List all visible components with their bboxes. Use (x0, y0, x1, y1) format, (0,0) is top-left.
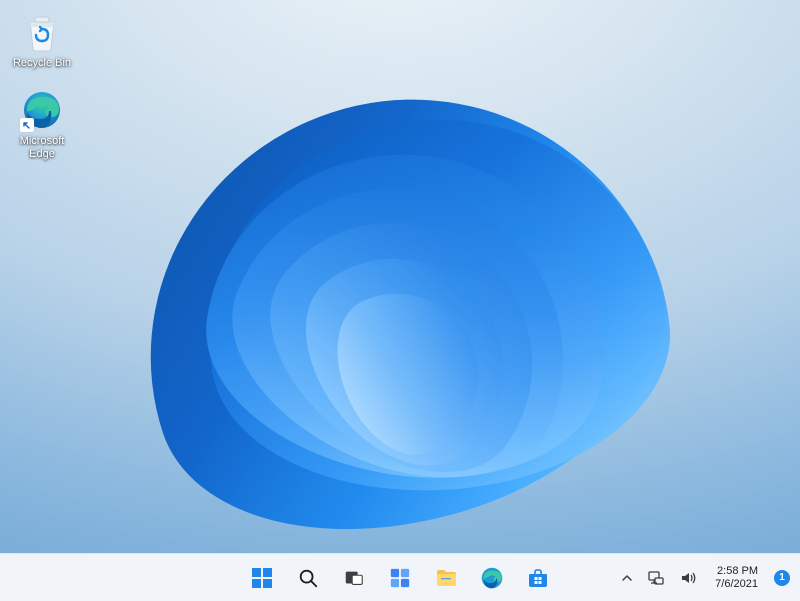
edge-icon (480, 566, 504, 590)
desktop-icons-column: Recycle Bin (6, 10, 78, 161)
widgets-button[interactable] (380, 558, 420, 598)
desktop-icon-label: Recycle Bin (13, 57, 71, 70)
clock-readout: 2:58 PM 7/6/2021 (711, 565, 762, 591)
network-icon (647, 569, 665, 587)
search-button[interactable] (288, 558, 328, 598)
chevron-up-icon (621, 572, 633, 584)
start-button[interactable] (242, 558, 282, 598)
wallpaper-bloom (90, 70, 730, 550)
notification-badge: 1 (774, 570, 790, 586)
network-button[interactable] (641, 558, 671, 598)
clock-date: 7/6/2021 (715, 578, 758, 591)
store-button[interactable] (518, 558, 558, 598)
speaker-icon (679, 569, 697, 587)
windows-logo-icon (250, 566, 274, 590)
desktop-icon-label: Microsoft Edge (20, 135, 65, 161)
folder-icon (434, 566, 458, 590)
file-explorer-button[interactable] (426, 558, 466, 598)
notifications-button[interactable]: 1 (770, 558, 794, 598)
desktop-icon-edge[interactable]: Microsoft Edge (6, 88, 78, 161)
edge-button[interactable] (472, 558, 512, 598)
shortcut-overlay-icon (20, 118, 34, 132)
taskbar: 2:58 PM 7/6/2021 1 (0, 553, 800, 601)
task-view-icon (343, 567, 365, 589)
widgets-icon (389, 567, 411, 589)
notification-count: 1 (779, 572, 785, 583)
task-view-button[interactable] (334, 558, 374, 598)
clock-time: 2:58 PM (715, 565, 758, 578)
desktop-icon-recycle-bin[interactable]: Recycle Bin (6, 10, 78, 70)
search-icon (297, 567, 319, 589)
edge-icon (20, 88, 64, 132)
recycle-bin-icon (20, 10, 64, 54)
clock-button[interactable]: 2:58 PM 7/6/2021 (705, 558, 768, 598)
volume-button[interactable] (673, 558, 703, 598)
desktop[interactable]: Recycle Bin (0, 0, 800, 601)
taskbar-center-group (242, 558, 558, 598)
store-icon (526, 566, 550, 590)
system-tray: 2:58 PM 7/6/2021 1 (615, 558, 794, 598)
tray-overflow-button[interactable] (615, 558, 639, 598)
